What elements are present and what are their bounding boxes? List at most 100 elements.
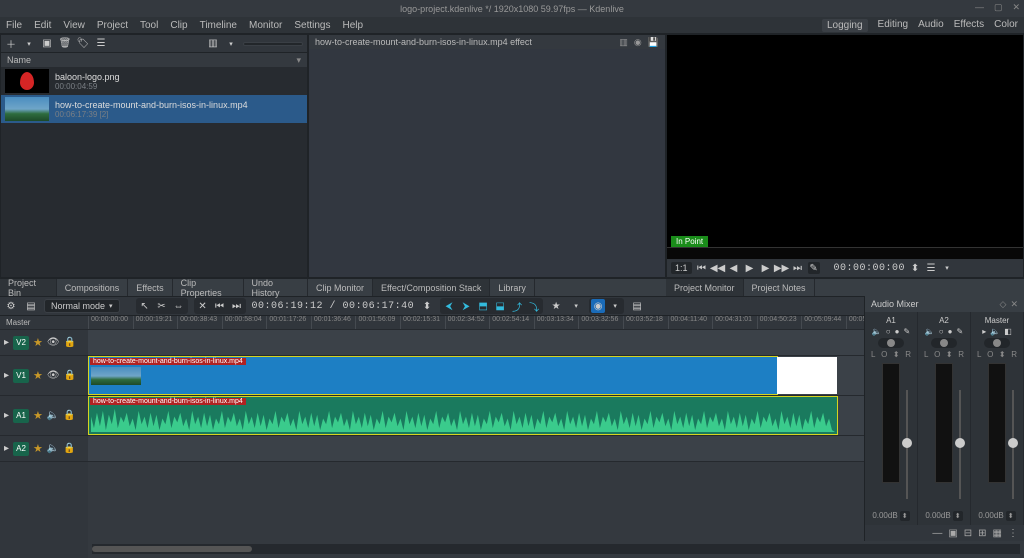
rewind-icon[interactable]: ◀◀ xyxy=(712,262,724,274)
lock-icon[interactable]: 🔒 xyxy=(64,370,76,381)
fit-icon[interactable]: ▣ xyxy=(948,528,957,539)
effect-split-icon[interactable]: ▥ xyxy=(619,37,628,48)
cut-icon[interactable]: ✕ xyxy=(196,299,210,313)
star-icon[interactable]: ★ xyxy=(33,336,43,349)
menu-project[interactable]: Project xyxy=(97,20,128,31)
minimize-button[interactable]: — xyxy=(975,2,984,13)
edit-mode-selector[interactable]: Normal mode▾ xyxy=(44,299,120,313)
fx-icon[interactable]: ✎ xyxy=(903,327,910,336)
folder-icon[interactable]: ▣ xyxy=(41,38,53,50)
forward-icon[interactable]: ▶▶ xyxy=(776,262,788,274)
balance-knob[interactable] xyxy=(931,338,957,348)
volume-slider[interactable] xyxy=(956,390,964,499)
menu-help[interactable]: Help xyxy=(343,20,364,31)
rec-icon[interactable]: ● xyxy=(948,327,953,336)
show-mixer-icon[interactable]: ▤ xyxy=(630,299,644,313)
solo-icon[interactable]: ○ xyxy=(886,327,891,336)
timecode-spinner-icon[interactable]: ⬍ xyxy=(420,299,434,313)
menu-monitor[interactable]: Monitor xyxy=(249,20,282,31)
solo-icon[interactable]: ○ xyxy=(939,327,944,336)
workspace-audio[interactable]: Audio xyxy=(918,19,944,32)
track-head-v2[interactable]: ▸ V2 ★ 👁 🔒 xyxy=(0,330,88,356)
workspace-color[interactable]: Color xyxy=(994,19,1018,32)
bin-item-balloon[interactable]: baloon-logo.png 00:00:04:59 xyxy=(1,67,307,95)
tab-effects[interactable]: Effects xyxy=(128,279,172,296)
edit-mode-icon[interactable]: ✎ xyxy=(808,262,820,274)
delete-icon[interactable]: 🗑 xyxy=(59,38,71,50)
add-clip-icon[interactable]: ＋ xyxy=(5,38,17,50)
extract-icon[interactable]: ⤵ xyxy=(527,299,541,313)
timeline-settings-icon[interactable]: ⚙ xyxy=(4,299,18,313)
tab-clip-properties[interactable]: Clip Properties xyxy=(173,279,244,296)
expand-icon[interactable]: ▸ xyxy=(4,443,9,454)
razor-tool-icon[interactable]: ✂ xyxy=(155,299,169,313)
mute-icon[interactable]: 🔈 xyxy=(990,327,1000,336)
spacer-tool-icon[interactable]: ⇔ xyxy=(172,299,186,313)
mute-icon[interactable]: 🔈 xyxy=(47,410,59,421)
timeline-timecode[interactable]: 00:06:19:12 / 00:06:17:40 xyxy=(252,301,415,312)
fx-icon[interactable]: ✎ xyxy=(956,327,963,336)
zone-in-icon[interactable]: ⮜ xyxy=(442,299,456,313)
effect-visibility-icon[interactable]: ◉ xyxy=(634,37,642,48)
tag-icon[interactable]: 🏷 xyxy=(77,38,89,50)
track-compositing-icon[interactable]: ▤ xyxy=(24,299,38,313)
balance-knob[interactable] xyxy=(878,338,904,348)
balance-knob[interactable] xyxy=(984,338,1010,348)
view-mode-dropdown-icon[interactable]: ▾ xyxy=(225,38,237,50)
tab-library[interactable]: Library xyxy=(490,279,535,296)
expand-icon[interactable]: ▸ xyxy=(982,327,986,336)
track-head-a1[interactable]: ▸ A1 ★ 🔈 🔒 xyxy=(0,396,88,436)
zoom-out-icon[interactable]: ⊟ xyxy=(964,528,972,539)
workspace-logging[interactable]: Logging xyxy=(822,19,868,32)
star-icon[interactable]: ★ xyxy=(33,369,43,382)
lock-icon[interactable]: 🔒 xyxy=(64,337,76,348)
skip-start-icon[interactable]: ⏮ xyxy=(213,299,227,313)
lock-icon[interactable]: 🔒 xyxy=(63,443,75,454)
zone-out-icon[interactable]: ⮞ xyxy=(459,299,473,313)
maximize-button[interactable]: ▢ xyxy=(994,2,1003,13)
go-start-icon[interactable]: ⏮ xyxy=(696,262,708,274)
mixer-close-icon[interactable]: ✕ xyxy=(1010,299,1018,310)
play-icon[interactable]: ▶ xyxy=(744,262,756,274)
tab-project-bin[interactable]: Project Bin xyxy=(0,279,57,296)
zoom-slider[interactable]: — xyxy=(932,528,942,539)
bin-header-dropdown-icon[interactable]: ▾ xyxy=(296,55,301,66)
star-icon[interactable]: ★ xyxy=(33,442,43,455)
bin-item-video[interactable]: how-to-create-mount-and-burn-isos-in-lin… xyxy=(1,95,307,123)
mute-icon[interactable]: 🔈 xyxy=(925,327,935,336)
menu-tool[interactable]: Tool xyxy=(140,20,158,31)
volume-slider[interactable] xyxy=(1009,390,1017,499)
tab-project-notes[interactable]: Project Notes xyxy=(744,279,815,296)
menu-settings[interactable]: Settings xyxy=(294,20,330,31)
expand-icon[interactable]: ▸ xyxy=(4,337,9,348)
project-monitor-viewport[interactable]: In Point xyxy=(667,35,1023,259)
list-view-icon[interactable]: ☰ xyxy=(95,38,107,50)
add-clip-dropdown-icon[interactable]: ▾ xyxy=(23,38,35,50)
expand-icon[interactable]: ▸ xyxy=(4,370,9,381)
overwrite-icon[interactable]: ⬒ xyxy=(476,299,490,313)
star-icon[interactable]: ★ xyxy=(33,409,43,422)
step-back-icon[interactable]: ◀ xyxy=(728,262,740,274)
insert-icon[interactable]: ⬓ xyxy=(493,299,507,313)
step-fwd-icon[interactable]: ▶ xyxy=(760,262,772,274)
view-mode-icon[interactable]: ▥ xyxy=(207,38,219,50)
monitor-timecode[interactable]: 00:00:00:00 xyxy=(834,263,906,274)
preview-render-icon[interactable]: ◉ xyxy=(591,299,605,313)
monitor-icon[interactable]: ◧ xyxy=(1004,327,1012,336)
grid-icon[interactable]: ▦ xyxy=(993,528,1002,539)
favorite-dropdown-icon[interactable]: ▾ xyxy=(569,299,583,313)
workspace-effects[interactable]: Effects xyxy=(954,19,984,32)
favorite-icon[interactable]: ★ xyxy=(549,299,563,313)
volume-slider[interactable] xyxy=(903,390,911,499)
tab-effect-stack[interactable]: Effect/Composition Stack xyxy=(373,279,490,296)
tab-compositions[interactable]: Compositions xyxy=(57,279,129,296)
mute-icon[interactable]: 👁 xyxy=(47,370,60,381)
bin-column-name[interactable]: Name xyxy=(7,55,31,65)
menu-clip[interactable]: Clip xyxy=(170,20,187,31)
skip-end-icon[interactable]: ⏭ xyxy=(230,299,244,313)
tab-clip-monitor[interactable]: Clip Monitor xyxy=(308,279,373,296)
timeline-scrollbar[interactable] xyxy=(92,544,1020,554)
search-input[interactable] xyxy=(243,42,303,46)
mute-icon[interactable]: 🔈 xyxy=(872,327,882,336)
selection-tool-icon[interactable]: ↖ xyxy=(138,299,152,313)
